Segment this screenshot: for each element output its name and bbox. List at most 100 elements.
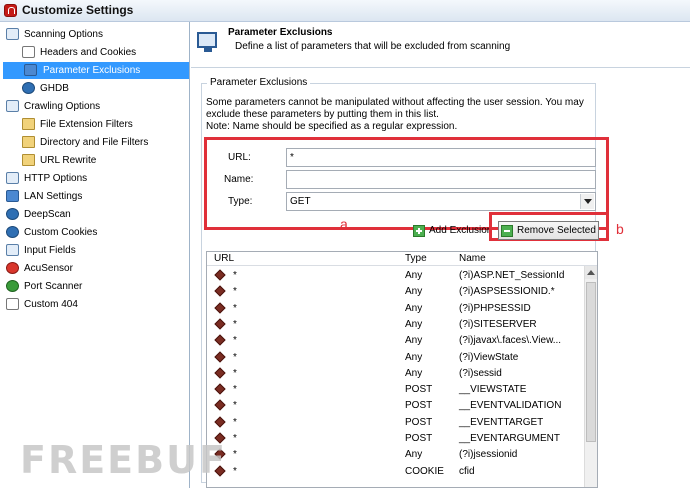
cell-type: Any [405, 318, 423, 330]
cell-url: * [233, 384, 237, 396]
tree-item-http-options[interactable]: HTTP Options [4, 170, 87, 187]
add-icon [413, 225, 425, 237]
table-row[interactable]: * Any (?i)SITESERVER [207, 317, 587, 333]
exclusion-icon [214, 367, 226, 379]
column-header-name[interactable]: Name [459, 253, 486, 264]
cell-type: Any [405, 270, 423, 281]
cell-name: cfid [459, 465, 475, 477]
exclusion-icon [214, 301, 226, 314]
panel-title: Parameter Exclusions [228, 27, 333, 38]
filter-icon [22, 136, 35, 148]
network-icon [6, 190, 19, 202]
tree-item-parameter-exclusions[interactable]: Parameter Exclusions [3, 62, 189, 79]
table-row[interactable]: * POST __EVENTARGUMENT [207, 431, 587, 447]
table-row[interactable]: * POST __EVENTTARGET [207, 415, 587, 431]
tree-item-acusensor[interactable]: AcuSensor [4, 260, 73, 277]
exclusion-icon [214, 269, 226, 281]
cell-name: __EVENTVALIDATION [459, 400, 562, 412]
exclusion-icon [214, 318, 226, 330]
cell-type: POST [405, 400, 433, 412]
tree-item-port-scanner[interactable]: Port Scanner [4, 278, 82, 295]
cell-type: COOKIE [405, 465, 444, 477]
cell-url: * [233, 270, 237, 281]
tree-item-custom-404[interactable]: Custom 404 [4, 296, 78, 313]
database-icon [22, 82, 35, 94]
document-icon [6, 298, 19, 310]
cell-url: * [233, 367, 237, 379]
tree-item-directory-and-file-filters[interactable]: Directory and File Filters [20, 134, 148, 151]
cookie-icon [6, 226, 19, 238]
cell-name: (?i)ASP.NET_SessionId [459, 270, 565, 281]
cell-url: * [233, 286, 237, 298]
port-scanner-icon [6, 280, 19, 292]
cell-name: (?i)javax\.faces\.View... [459, 335, 562, 347]
cell-url: * [233, 465, 237, 477]
http-icon [6, 172, 19, 184]
cell-type: Any [405, 351, 423, 363]
table-row[interactable]: * POST __EVENTVALIDATION [207, 398, 587, 414]
cell-url: * [233, 400, 237, 412]
document-icon [22, 46, 35, 58]
add-exclusion-button[interactable]: Add Exclusion [411, 222, 489, 241]
tree-item-custom-cookies[interactable]: Custom Cookies [4, 224, 97, 241]
scroll-up-icon[interactable] [585, 266, 597, 279]
app-icon [4, 4, 17, 17]
table-row[interactable]: * Any (?i)ASPSESSIONID.* [207, 284, 587, 300]
table-row[interactable]: * Any (?i)ViewState [207, 350, 587, 366]
column-header-type[interactable]: Type [405, 253, 427, 264]
cell-type: POST [405, 433, 433, 444]
cell-name: (?i)sessid [459, 367, 502, 379]
cell-name: (?i)PHPSESSID [459, 302, 531, 314]
cell-url: * [233, 351, 237, 363]
table-row[interactable]: * Any (?i)jsessionid [207, 447, 587, 463]
list-header: URL Type Name [207, 252, 597, 266]
cell-type: POST [405, 416, 433, 428]
exclusion-icon [214, 334, 226, 346]
cell-type: Any [405, 286, 423, 298]
crawl-icon [6, 100, 19, 112]
scroll-thumb[interactable] [586, 282, 596, 442]
exclusion-icon [214, 399, 226, 412]
remove-selected-button[interactable]: Remove Selected [498, 221, 599, 240]
remove-icon [501, 225, 513, 237]
tree-item-deepscan[interactable]: DeepScan [4, 206, 71, 223]
cell-type: Any [405, 449, 423, 461]
tree-item-ghdb[interactable]: GHDB [20, 80, 69, 97]
exclusions-list[interactable]: URL Type Name * Any (?i)ASP.NET_SessionId *… [206, 251, 598, 488]
rewrite-icon [22, 154, 35, 166]
panel-header: Parameter Exclusions Define a list of pa… [191, 22, 690, 68]
tree-item-input-fields[interactable]: Input Fields [4, 242, 76, 259]
cell-name: __EVENTTARGET [459, 416, 544, 428]
table-row[interactable]: * Any (?i)sessid [207, 366, 587, 382]
tree-item-url-rewrite[interactable]: URL Rewrite [20, 152, 96, 169]
table-row[interactable]: * COOKIE cfid [207, 464, 587, 480]
cell-url: * [233, 335, 237, 347]
cell-type: POST [405, 384, 433, 396]
table-row[interactable]: * Any (?i)javax\.faces\.View... [207, 333, 587, 349]
exclusion-icon [214, 285, 226, 297]
tree-item-scanning-options[interactable]: Scanning Options [4, 26, 103, 43]
cell-name: (?i)ViewState [459, 351, 519, 363]
monitor-icon [24, 64, 37, 76]
tree-item-file-extension-filters[interactable]: File Extension Filters [20, 116, 133, 133]
column-header-url[interactable]: URL [214, 253, 234, 264]
cell-url: * [233, 416, 237, 428]
list-scrollbar[interactable] [584, 266, 597, 487]
cell-type: Any [405, 302, 423, 314]
cell-name: (?i)jsessionid [459, 449, 518, 461]
tree-item-lan-settings[interactable]: LAN Settings [4, 188, 82, 205]
table-row[interactable]: * Any (?i)PHPSESSID [207, 301, 587, 317]
panel-description: Define a list of parameters that will be… [235, 41, 511, 52]
tree-item-headers-and-cookies[interactable]: Headers and Cookies [20, 44, 136, 61]
cell-url: * [233, 318, 237, 330]
table-row[interactable]: * Any (?i)ASP.NET_SessionId [207, 268, 587, 284]
table-row[interactable]: * POST __VIEWSTATE [207, 382, 587, 398]
cell-url: * [233, 449, 237, 461]
title-bar: Customize Settings [0, 0, 690, 22]
cell-name: (?i)SITESERVER [459, 318, 537, 330]
cell-name: (?i)ASPSESSIONID.* [459, 286, 555, 298]
settings-icon [6, 28, 19, 40]
tree-item-crawling-options[interactable]: Crawling Options [4, 98, 100, 115]
monitor-icon [197, 32, 217, 52]
intro-text: Some parameters cannot be manipulated wi… [206, 97, 584, 132]
